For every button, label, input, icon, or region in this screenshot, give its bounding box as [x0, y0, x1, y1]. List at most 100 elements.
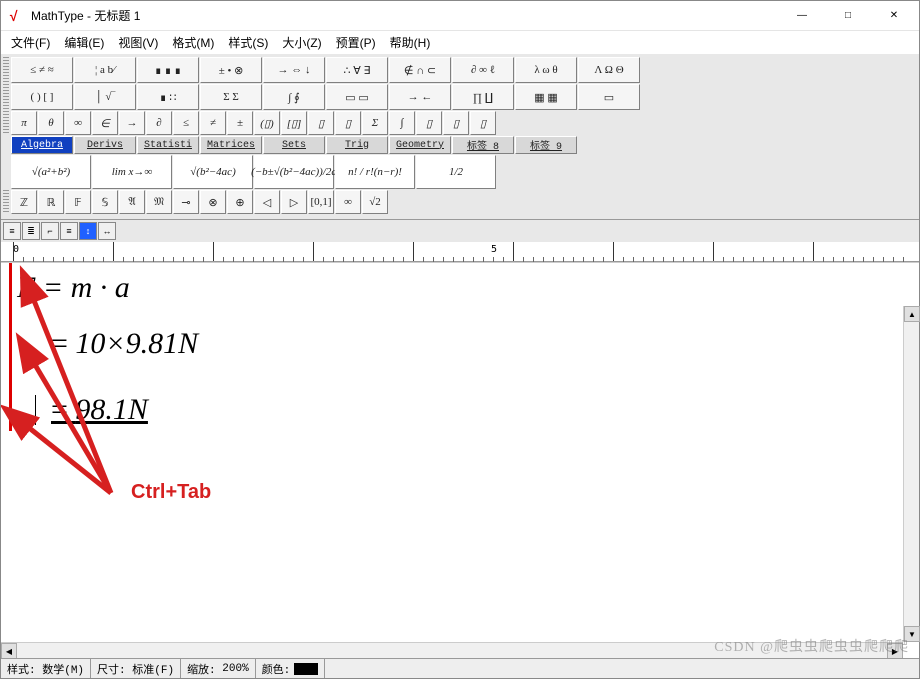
smallsym-btn-9[interactable]: ◁: [254, 190, 280, 214]
symbol-btn-14[interactable]: ∫: [389, 111, 415, 135]
menu-view[interactable]: 视图(V): [112, 32, 164, 53]
menu-file[interactable]: 文件(F): [5, 32, 56, 53]
ruler[interactable]: 0 5: [1, 242, 919, 262]
grip-icon[interactable]: [3, 111, 9, 135]
symbol-palette-row1: ≤ ≠ ≈¦ a b⁄∎ ∎ ∎± • ⊗→ ⇔ ↓∴ ∀ ∃∉ ∩ ⊂∂ ∞ …: [11, 57, 640, 83]
menu-format[interactable]: 格式(M): [166, 32, 220, 53]
menu-style[interactable]: 样式(S): [222, 32, 274, 53]
category-tab-matrices[interactable]: Matrices: [200, 136, 262, 154]
menu-size[interactable]: 大小(Z): [276, 32, 327, 53]
smallsym-btn-7[interactable]: ⊗: [200, 190, 226, 214]
symbol-btn-12[interactable]: ▯: [335, 111, 361, 135]
status-color[interactable]: 颜色:: [256, 659, 326, 678]
menu-pref[interactable]: 预置(P): [330, 32, 382, 53]
align-btn-3[interactable]: ⌐: [41, 222, 59, 240]
symbol-btn-5[interactable]: ∂: [146, 111, 172, 135]
category-tab-geometry[interactable]: Geometry: [389, 136, 451, 154]
symbol-btn-10[interactable]: [▯]: [281, 111, 307, 135]
grip-icon[interactable]: [3, 57, 9, 83]
category-tab-trig[interactable]: Trig: [326, 136, 388, 154]
palette1-btn-7[interactable]: ∂ ∞ ℓ: [452, 57, 514, 83]
symbol-btn-0[interactable]: π: [11, 111, 37, 135]
maximize-button[interactable]: □: [825, 1, 871, 31]
expr-preset-3[interactable]: (−b±√(b²−4ac))/2a: [254, 155, 334, 189]
scroll-up-icon[interactable]: ▲: [904, 306, 920, 322]
symbol-btn-9[interactable]: (▯): [254, 111, 280, 135]
category-tab-标签 9[interactable]: 标签 9: [515, 136, 577, 154]
expr-preset-2[interactable]: √(b²−4ac): [173, 155, 253, 189]
smallsym-btn-4[interactable]: 𝔄: [119, 190, 145, 214]
symbol-btn-16[interactable]: ▯: [443, 111, 469, 135]
category-tab-标签 8[interactable]: 标签 8: [452, 136, 514, 154]
symbol-btn-4[interactable]: →: [119, 111, 145, 135]
palette1-btn-8[interactable]: λ ω θ: [515, 57, 577, 83]
symbol-btn-2[interactable]: ∞: [65, 111, 91, 135]
palette2-btn-0[interactable]: ( ) [ ]: [11, 84, 73, 110]
symbol-btn-8[interactable]: ±: [227, 111, 253, 135]
symbol-btn-1[interactable]: θ: [38, 111, 64, 135]
smallsym-btn-3[interactable]: 𝕊: [92, 190, 118, 214]
palette2-btn-1[interactable]: │ √‾: [74, 84, 136, 110]
palette1-btn-4[interactable]: → ⇔ ↓: [263, 57, 325, 83]
smallsym-btn-6[interactable]: ⊸: [173, 190, 199, 214]
palette2-btn-7[interactable]: ∏ ∐: [452, 84, 514, 110]
vertical-scrollbar[interactable]: ▲ ▼: [903, 306, 919, 642]
align-btn-6[interactable]: ↔: [98, 222, 116, 240]
smallsym-btn-8[interactable]: ⊕: [227, 190, 253, 214]
symbol-btn-13[interactable]: Σ: [362, 111, 388, 135]
palette2-btn-3[interactable]: Σ Σ: [200, 84, 262, 110]
palette1-btn-1[interactable]: ¦ a b⁄: [74, 57, 136, 83]
palette2-btn-9[interactable]: ▭: [578, 84, 640, 110]
palette2-btn-6[interactable]: → ←: [389, 84, 451, 110]
symbol-btn-3[interactable]: ∈: [92, 111, 118, 135]
category-tab-sets[interactable]: Sets: [263, 136, 325, 154]
smallsym-btn-10[interactable]: ▷: [281, 190, 307, 214]
grip-icon[interactable]: [3, 190, 9, 214]
smallsym-btn-13[interactable]: √2: [362, 190, 388, 214]
palette1-btn-3[interactable]: ± • ⊗: [200, 57, 262, 83]
palette2-btn-5[interactable]: ▭ ▭: [326, 84, 388, 110]
equation-editor-area[interactable]: F = m · a = 10×9.81N = 98.1N Ctrl+Tab: [1, 262, 919, 602]
smallsym-btn-11[interactable]: [0,1]: [308, 190, 334, 214]
symbol-btn-11[interactable]: ▯: [308, 111, 334, 135]
menu-edit[interactable]: 编辑(E): [58, 32, 110, 53]
category-tab-algebra[interactable]: Algebra: [11, 136, 73, 154]
symbol-btn-6[interactable]: ≤: [173, 111, 199, 135]
align-btn-1[interactable]: ≡: [3, 222, 21, 240]
align-btn-2[interactable]: ≣: [22, 222, 40, 240]
smallsym-btn-5[interactable]: 𝔐: [146, 190, 172, 214]
category-tab-derivs[interactable]: Derivs: [74, 136, 136, 154]
menubar: 文件(F) 编辑(E) 视图(V) 格式(M) 样式(S) 大小(Z) 预置(P…: [1, 31, 919, 53]
scroll-left-icon[interactable]: ◀: [1, 643, 17, 659]
expr-preset-5[interactable]: 1/2: [416, 155, 496, 189]
smallsym-btn-1[interactable]: ℝ: [38, 190, 64, 214]
smallsym-btn-2[interactable]: 𝔽: [65, 190, 91, 214]
symbol-btn-17[interactable]: ▯: [470, 111, 496, 135]
align-btn-4[interactable]: ≡: [60, 222, 78, 240]
smallsym-btn-12[interactable]: ∞: [335, 190, 361, 214]
smallsym-btn-0[interactable]: ℤ: [11, 190, 37, 214]
category-tab-statisti[interactable]: Statisti: [137, 136, 199, 154]
minimize-button[interactable]: —: [779, 1, 825, 31]
close-button[interactable]: ✕: [871, 1, 917, 31]
palette1-btn-0[interactable]: ≤ ≠ ≈: [11, 57, 73, 83]
palette2-btn-8[interactable]: ▦ ▦: [515, 84, 577, 110]
menu-help[interactable]: 帮助(H): [384, 32, 437, 53]
grip-icon[interactable]: [3, 84, 9, 110]
palette1-btn-2[interactable]: ∎ ∎ ∎: [137, 57, 199, 83]
expr-preset-0[interactable]: √(a²+b²): [11, 155, 91, 189]
align-btn-5[interactable]: ↕: [79, 222, 97, 240]
status-size[interactable]: 尺寸: 标准(F): [91, 659, 181, 678]
symbol-btn-15[interactable]: ▯: [416, 111, 442, 135]
expr-preset-1[interactable]: lim x→∞: [92, 155, 172, 189]
palette1-btn-9[interactable]: Λ Ω Θ: [578, 57, 640, 83]
status-style[interactable]: 样式: 数学(M): [1, 659, 91, 678]
expr-preset-4[interactable]: n! / r!(n−r)!: [335, 155, 415, 189]
app-logo-icon: √: [9, 8, 25, 24]
symbol-btn-7[interactable]: ≠: [200, 111, 226, 135]
palette1-btn-5[interactable]: ∴ ∀ ∃: [326, 57, 388, 83]
palette2-btn-4[interactable]: ∫ ∮: [263, 84, 325, 110]
palette1-btn-6[interactable]: ∉ ∩ ⊂: [389, 57, 451, 83]
status-zoom[interactable]: 缩放: 200%: [181, 659, 256, 678]
palette2-btn-2[interactable]: ∎ ∷: [137, 84, 199, 110]
